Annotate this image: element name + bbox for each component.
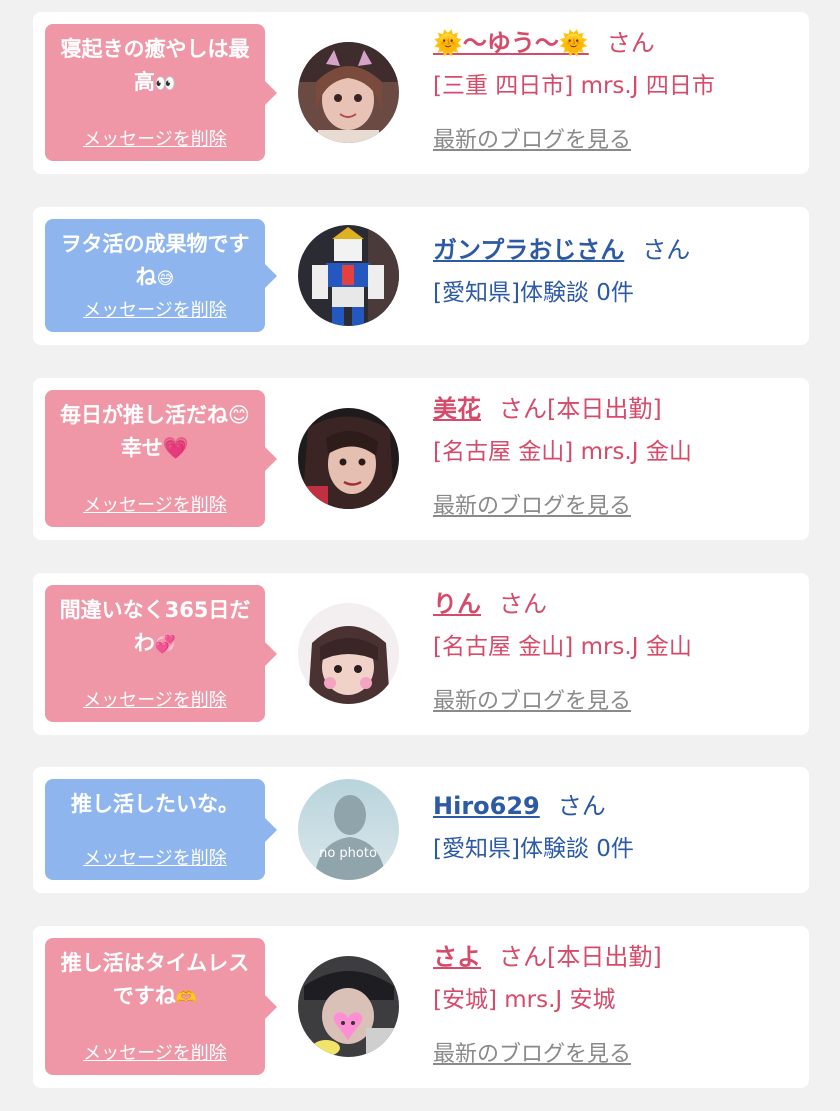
avatar[interactable] [298, 408, 399, 509]
message-text: 寝起きの癒やしは最高👀 [60, 37, 250, 94]
list-item: 寝起きの癒やしは最高👀 メッセージを削除 🌞〜ゆう〜🌞さん [三重 四日市] [33, 12, 809, 174]
message-text: ヲタ活の成果物ですね😅 [60, 232, 250, 289]
delete-message-link[interactable]: メッセージを削除 [45, 491, 265, 517]
user-info: 美花 さん[本日出勤] [名古屋 金山] mrs.J 金山 最新のブログを見る [433, 394, 799, 520]
status-badge: [本日出勤] [547, 943, 662, 971]
user-name-link[interactable]: Hiro629 [433, 792, 540, 820]
avatar[interactable] [298, 225, 399, 326]
message-bubble: 間違いなく365日だわ💞 メッセージを削除 [45, 585, 277, 722]
message-bubble: 推し活はタイムレスですね🫶 メッセージを削除 [45, 938, 277, 1075]
avatar[interactable]: no photo [298, 779, 399, 880]
message-bubble: ヲタ活の成果物ですね😅 メッセージを削除 [45, 219, 277, 332]
blog-link[interactable]: 最新のブログを見る [433, 683, 631, 715]
location-text: [安城] mrs.J 安城 [433, 987, 616, 1013]
eyes-emoji-icon: 👀 [154, 74, 177, 94]
blog-link[interactable]: 最新のブログを見る [433, 122, 631, 154]
user-name-link[interactable]: 美花 [433, 395, 481, 423]
name-line: 美花 さん[本日出勤] [433, 394, 799, 424]
message-text: 推し活したいな。 [71, 792, 239, 816]
location-text: [名古屋 金山] mrs.J 金山 [433, 439, 692, 465]
user-info: 🌞〜ゆう〜🌞 さん [三重 四日市] mrs.J 四日市 最新のブログを見る [433, 28, 799, 154]
delete-message-link[interactable]: メッセージを削除 [45, 125, 265, 151]
list-item: 間違いなく365日だわ💞 メッセージを削除 りん さん [名古屋 金山] mrs.… [33, 573, 809, 735]
honorific: さん [499, 943, 547, 971]
hearts-emoji-icon: 💞 [154, 635, 177, 655]
message-list: 寝起きの癒やしは最高👀 メッセージを削除 🌞〜ゆう〜🌞さん [三重 四日市] [0, 0, 840, 1111]
honorific: さん [499, 395, 547, 423]
honorific: さん [557, 792, 606, 820]
location-text: [愛知県]体験談 0件 [433, 280, 634, 306]
message-text: 推し活はタイムレスですね🫶 [60, 951, 250, 1008]
message-bubble: 推し活したいな。 メッセージを削除 [45, 779, 277, 880]
name-line: Hiro629 さん [433, 791, 799, 821]
avatar[interactable] [298, 956, 399, 1057]
delete-message-link[interactable]: メッセージを削除 [45, 1039, 265, 1065]
list-item: ヲタ活の成果物ですね😅 メッセージを削除 ガンプラおじさん さん [愛知県]体験… [33, 207, 809, 345]
status-badge: [本日出勤] [547, 395, 662, 423]
heart-hands-emoji-icon: 🫶 [175, 988, 198, 1008]
list-item: 推し活したいな。 メッセージを削除 no photo Hiro629 さん [愛… [33, 767, 809, 893]
name-line: 🌞〜ゆう〜🌞 さん [433, 28, 799, 58]
delete-message-link[interactable]: メッセージを削除 [45, 844, 265, 870]
delete-message-link[interactable]: メッセージを削除 [45, 296, 265, 322]
name-line: ガンプラおじさん さん [433, 235, 799, 265]
message-bubble: 毎日が推し活だね😊幸せ💗 メッセージを削除 [45, 390, 277, 527]
blog-link[interactable]: 最新のブログを見る [433, 488, 631, 520]
list-item: 毎日が推し活だね😊幸せ💗 メッセージを削除 美花 さん[本日出勤] [名古屋 金山… [33, 378, 809, 540]
user-info: ガンプラおじさん さん [愛知県]体験談 0件 [433, 235, 799, 308]
sweat-smile-emoji-icon: 😅 [156, 269, 175, 289]
user-info: さよ さん[本日出勤] [安城] mrs.J 安城 最新のブログを見る [433, 942, 799, 1068]
user-info: りん さん [名古屋 金山] mrs.J 金山 最新のブログを見る [433, 589, 799, 715]
honorific: さん [499, 590, 547, 618]
list-item: 推し活はタイムレスですね🫶 メッセージを削除 さよ さん[本日出勤] [安城] m… [33, 926, 809, 1088]
location-text: [名古屋 金山] mrs.J 金山 [433, 634, 692, 660]
user-name-link[interactable]: ガンプラおじさん [433, 236, 624, 264]
blog-link[interactable]: 最新のブログを見る [433, 1036, 631, 1068]
svg-text:no photo: no photo [319, 846, 377, 861]
delete-message-link[interactable]: メッセージを削除 [45, 686, 265, 712]
message-bubble: 寝起きの癒やしは最高👀 メッセージを削除 [45, 24, 277, 161]
location-text: [三重 四日市] mrs.J 四日市 [433, 73, 715, 99]
name-line: りん さん [433, 589, 799, 619]
honorific: さん [606, 29, 655, 57]
user-name-link[interactable]: さよ [433, 943, 481, 971]
honorific: さん [642, 236, 691, 264]
avatar[interactable] [298, 603, 399, 704]
message-text: 間違いなく365日だわ💞 [59, 598, 251, 655]
location-text: [愛知県]体験談 0件 [433, 836, 634, 862]
avatar[interactable] [298, 42, 399, 143]
user-info: Hiro629 さん [愛知県]体験談 0件 [433, 791, 799, 864]
name-line: さよ さん[本日出勤] [433, 942, 799, 972]
user-name-link[interactable]: 🌞〜ゆう〜🌞 [433, 29, 589, 57]
message-text: 毎日が推し活だね😊幸せ💗 [60, 403, 250, 460]
no-photo-icon: no photo [298, 779, 399, 880]
user-name-link[interactable]: りん [433, 590, 481, 618]
